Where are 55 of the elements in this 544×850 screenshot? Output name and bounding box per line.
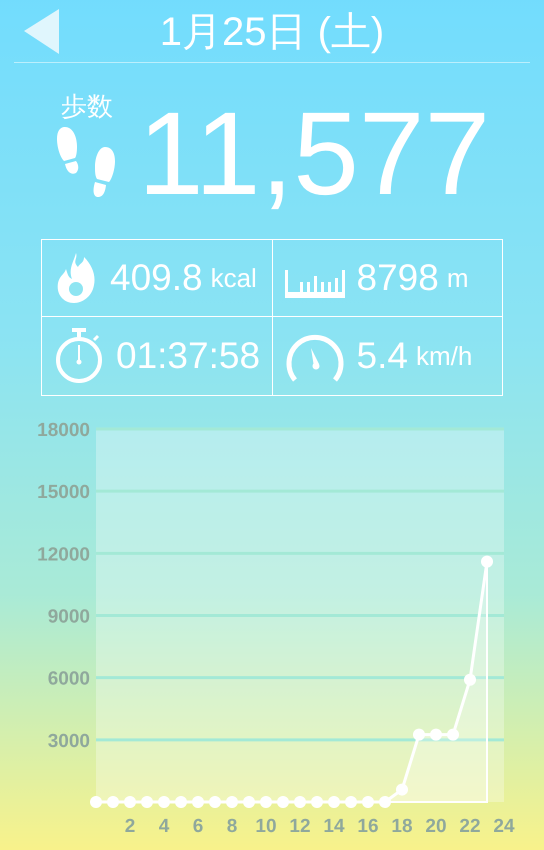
back-icon <box>24 6 60 55</box>
data-point <box>243 796 255 808</box>
data-point <box>90 796 102 808</box>
data-point <box>124 796 136 808</box>
data-point <box>175 796 187 808</box>
axis-label: 15000 <box>37 482 90 504</box>
stat-value: 5.4 <box>356 335 408 378</box>
axis-label: 18 <box>391 816 413 837</box>
data-point <box>294 796 306 808</box>
data-point <box>209 796 221 808</box>
data-point <box>158 796 170 808</box>
axis-label: 20 <box>425 816 447 837</box>
steps-label: 歩数 <box>61 90 113 121</box>
data-point <box>328 796 340 808</box>
axis-label: 22 <box>459 816 481 837</box>
data-point <box>345 796 357 808</box>
axis-label: 6 <box>192 816 204 837</box>
axis-label: 10 <box>255 816 277 837</box>
data-point <box>277 796 289 808</box>
data-point <box>396 784 408 796</box>
stat-unit: km/h <box>416 340 472 372</box>
axis-label: 9000 <box>48 606 90 628</box>
data-point <box>141 796 153 808</box>
data-point <box>311 796 323 808</box>
data-point <box>379 796 391 808</box>
axis-label: 14 <box>323 816 345 837</box>
data-point <box>192 796 204 808</box>
data-point <box>226 796 238 808</box>
axis-label: 2 <box>124 816 136 837</box>
stat-unit: kcal <box>210 262 257 294</box>
data-point <box>447 728 459 741</box>
axis-label: 16 <box>357 816 379 837</box>
stopwatch-icon <box>54 328 104 384</box>
data-point <box>260 796 272 808</box>
data-point <box>464 674 476 686</box>
axis-label: 8 <box>226 816 238 837</box>
data-point <box>107 796 119 808</box>
back-button[interactable] <box>24 6 60 55</box>
axis-label: 12 <box>289 816 311 837</box>
data-point <box>481 556 493 568</box>
date-title: 1月25日 (土) <box>160 9 384 56</box>
data-point <box>430 728 442 741</box>
axis-label: 12000 <box>37 544 90 566</box>
stat-value: 01:37:58 <box>116 335 260 378</box>
stat-value: 8798 <box>356 257 439 300</box>
stat-value: 409.8 <box>110 257 203 300</box>
data-point <box>413 728 425 741</box>
axis-label: 3000 <box>48 730 90 752</box>
data-point <box>362 796 374 808</box>
axis-label: 4 <box>158 816 170 837</box>
axis-label: 24 <box>493 816 515 837</box>
stat-unit: m <box>446 262 468 294</box>
axis-label: 18000 <box>37 420 90 441</box>
steps-count: 11,577 <box>138 88 490 219</box>
axis-label: 6000 <box>48 668 90 690</box>
